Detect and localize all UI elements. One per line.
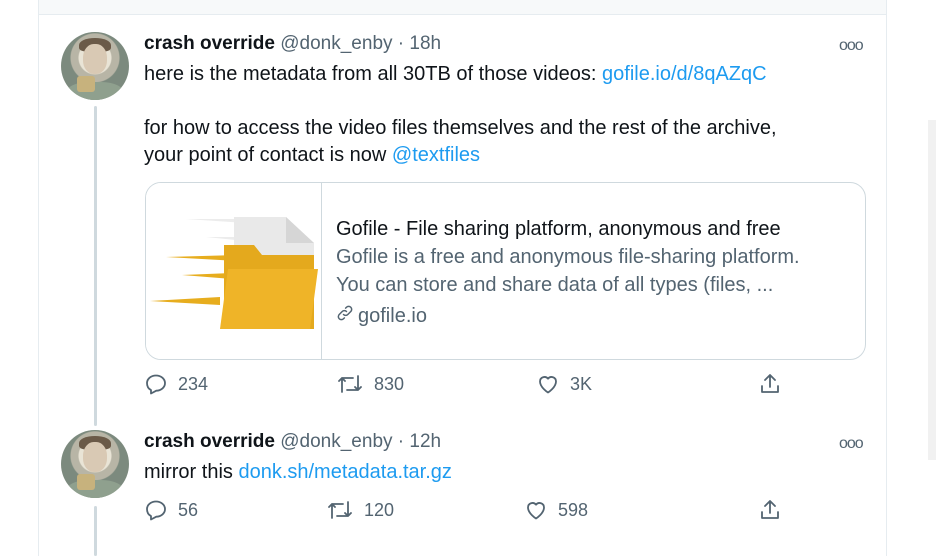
retweet-icon (328, 501, 352, 519)
thread-line (94, 506, 97, 556)
tweet-header: crash override @donk_enby · 12h (144, 430, 441, 454)
like-button[interactable]: 598 (524, 498, 588, 522)
timestamp[interactable]: 12h (409, 431, 441, 452)
avatar[interactable] (61, 430, 129, 498)
tweet-2[interactable]: crash override @donk_enby · 12h ooo mirr… (39, 0, 886, 556)
scrollbar[interactable] (928, 120, 936, 460)
reply-count: 56 (178, 499, 199, 520)
heart-icon (527, 502, 545, 520)
share-icon (761, 500, 779, 519)
tweet-text-prefix: mirror this (144, 461, 239, 483)
avatar-shirt (65, 480, 125, 498)
retweet-button[interactable]: 120 (326, 498, 394, 522)
more-options-icon[interactable]: ooo (839, 436, 864, 452)
share-button[interactable] (758, 498, 782, 522)
tweet-text: mirror this donk.sh/metadata.tar.gz (144, 459, 854, 486)
reply-icon (146, 500, 166, 521)
like-count: 598 (558, 499, 589, 520)
timeline-right-border (886, 0, 887, 556)
reply-button[interactable]: 56 (144, 498, 198, 522)
tweet-actions: 56 120 598 (144, 498, 864, 528)
display-name[interactable]: crash override (144, 431, 275, 452)
retweet-count: 120 (364, 499, 395, 520)
tweet-link[interactable]: donk.sh/metadata.tar.gz (238, 461, 451, 483)
separator-dot: · (397, 431, 405, 452)
handle[interactable]: @donk_enby (280, 431, 392, 452)
avatar-face (83, 442, 107, 472)
avatar-cup (77, 474, 95, 490)
